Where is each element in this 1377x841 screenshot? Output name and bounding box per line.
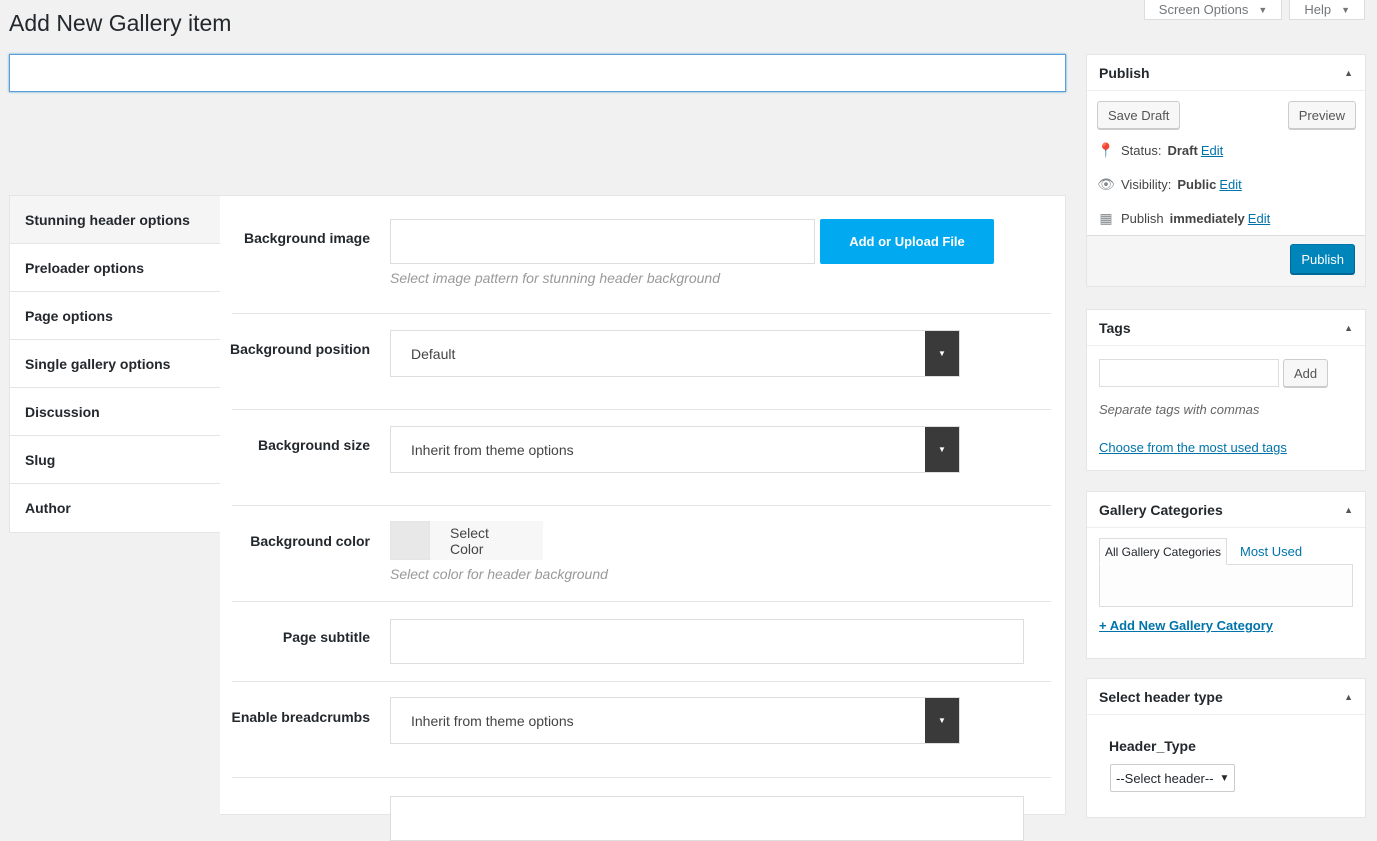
header-type-box: Select header type ▲ Header_Type --Selec…	[1086, 678, 1366, 818]
collapse-arrow-icon[interactable]: ▲	[1344, 68, 1353, 78]
field-background-color: Background color Select Color Select col…	[232, 506, 1051, 602]
tab-all-gallery-categories[interactable]: All Gallery Categories	[1099, 538, 1228, 565]
tags-hint: Separate tags with commas	[1099, 402, 1260, 417]
gallery-categories-box: Gallery Categories ▲ All Gallery Categor…	[1086, 491, 1366, 659]
background-image-input[interactable]	[390, 219, 815, 264]
new-tag-input[interactable]	[1099, 359, 1279, 387]
screen-meta-links: Screen Options ▼ Help ▼	[1143, 0, 1365, 20]
tab-page-options[interactable]: Page options	[10, 292, 220, 340]
options-tab-list: Stunning header options Preloader option…	[9, 195, 221, 533]
gallery-categories-header[interactable]: Gallery Categories ▲	[1087, 492, 1365, 528]
tags-box: Tags ▲ Add Separate tags with commas Cho…	[1086, 309, 1366, 471]
help-tab[interactable]: Help ▼	[1289, 0, 1365, 20]
field-page-subtitle: Page subtitle	[232, 602, 1051, 682]
header-type-title: Select header type	[1099, 688, 1223, 705]
tab-most-used[interactable]: Most Used	[1240, 538, 1302, 565]
caret-down-icon: ▼	[1341, 4, 1350, 15]
enable-breadcrumbs-value: Inherit from theme options	[411, 712, 574, 729]
publish-time-value: immediately	[1169, 211, 1245, 226]
tab-slug[interactable]: Slug	[10, 436, 220, 484]
edit-schedule-link[interactable]: Edit	[1248, 211, 1270, 226]
preview-button[interactable]: Preview	[1287, 101, 1356, 129]
header-type-select[interactable]: --Select header-- ▼	[1110, 764, 1236, 792]
publish-button[interactable]: Publish	[1290, 244, 1355, 274]
background-color-label: Background color	[250, 533, 370, 549]
header-type-selected: --Select header--	[1116, 770, 1214, 786]
select-color-button[interactable]: Select Color	[390, 521, 608, 560]
add-upload-file-button[interactable]: Add or Upload File	[820, 219, 994, 264]
background-size-value: Inherit from theme options	[411, 441, 574, 458]
options-panel: Background image Add or Upload File Sele…	[220, 195, 1066, 841]
background-image-label: Background image	[243, 230, 370, 246]
enable-breadcrumbs-select[interactable]: Inherit from theme options ▼	[390, 697, 960, 744]
post-schedule: ▦ Publish immediately Edit	[1097, 210, 1270, 227]
field-background-size: Background size Inherit from theme optio…	[232, 410, 1051, 506]
collapse-arrow-icon[interactable]: ▲	[1344, 505, 1353, 515]
page-title: Add New Gallery item	[9, 10, 232, 36]
edit-status-link[interactable]: Edit	[1201, 143, 1223, 158]
color-swatch	[390, 521, 430, 560]
publish-actions: Publish	[1087, 235, 1365, 286]
tab-preloader-options[interactable]: Preloader options	[10, 244, 220, 292]
tab-stunning-header-options[interactable]: Stunning header options	[10, 196, 220, 244]
background-color-hint: Select color for header background	[390, 566, 608, 582]
background-position-select[interactable]: Default ▼	[390, 330, 960, 377]
help-label: Help	[1304, 2, 1332, 17]
select-color-label: Select Color	[430, 521, 543, 560]
status-value: Draft	[1167, 143, 1198, 158]
header-type-label: Header_Type	[1109, 738, 1196, 754]
enable-breadcrumbs-label: Enable breadcrumbs	[231, 709, 371, 725]
screen-options-tab[interactable]: Screen Options ▼	[1143, 0, 1283, 20]
tags-box-title: Tags	[1099, 319, 1131, 336]
dropdown-arrow-icon: ▼	[1219, 772, 1230, 784]
tab-single-gallery-options[interactable]: Single gallery options	[10, 340, 220, 388]
dropdown-arrow-icon: ▼	[925, 698, 959, 743]
header-type-header[interactable]: Select header type ▲	[1087, 679, 1365, 715]
dropdown-arrow-icon: ▼	[925, 331, 959, 376]
tab-author[interactable]: Author	[10, 484, 220, 532]
background-position-value: Default	[411, 345, 456, 362]
field-background-image: Background image Add or Upload File Sele…	[232, 196, 1051, 314]
publish-box-title: Publish	[1099, 64, 1150, 81]
edit-visibility-link[interactable]: Edit	[1219, 177, 1241, 192]
caret-down-icon: ▼	[1258, 4, 1268, 15]
post-status: 📍 Status: Draft Edit	[1097, 142, 1223, 159]
pin-icon: 📍	[1097, 142, 1115, 158]
visibility-value: Public	[1177, 177, 1217, 192]
background-position-label: Background position	[230, 341, 370, 357]
collapse-arrow-icon[interactable]: ▲	[1344, 323, 1353, 333]
background-size-label: Background size	[257, 437, 370, 453]
page-subtitle-label: Page subtitle	[282, 629, 370, 645]
eye-icon: 👁	[1097, 176, 1115, 192]
next-field-input[interactable]	[390, 796, 1024, 841]
gallery-categories-title: Gallery Categories	[1099, 501, 1223, 518]
add-new-gallery-category-link[interactable]: + Add New Gallery Category	[1099, 618, 1273, 633]
collapse-arrow-icon[interactable]: ▲	[1344, 692, 1353, 702]
page-subtitle-input[interactable]	[390, 619, 1024, 664]
field-background-position: Background position Default ▼	[230, 314, 1051, 410]
tags-box-header[interactable]: Tags ▲	[1087, 310, 1365, 346]
publish-time-label: Publish	[1121, 211, 1164, 226]
screen-options-label: Screen Options	[1158, 2, 1249, 17]
add-tag-button[interactable]: Add	[1283, 359, 1329, 387]
background-size-select[interactable]: Inherit from theme options ▼	[390, 426, 960, 473]
field-enable-breadcrumbs: Enable breadcrumbs Inherit from theme op…	[232, 682, 1051, 778]
category-checklist[interactable]	[1099, 564, 1353, 607]
save-draft-button[interactable]: Save Draft	[1097, 101, 1181, 129]
post-visibility: 👁 Visibility: Public Edit	[1097, 176, 1242, 193]
publish-box: Publish ▲ Save Draft Preview 📍 Status: D…	[1086, 54, 1366, 287]
background-image-hint: Select image pattern for stunning header…	[390, 270, 720, 286]
post-title-input[interactable]	[9, 54, 1066, 92]
visibility-label: Visibility:	[1121, 177, 1172, 192]
dropdown-arrow-icon: ▼	[925, 427, 959, 472]
calendar-icon: ▦	[1099, 210, 1113, 226]
most-used-tags-link[interactable]: Choose from the most used tags	[1099, 440, 1287, 455]
tab-discussion[interactable]: Discussion	[10, 388, 220, 436]
publish-box-header[interactable]: Publish ▲	[1087, 55, 1365, 91]
status-label: Status:	[1121, 143, 1162, 158]
